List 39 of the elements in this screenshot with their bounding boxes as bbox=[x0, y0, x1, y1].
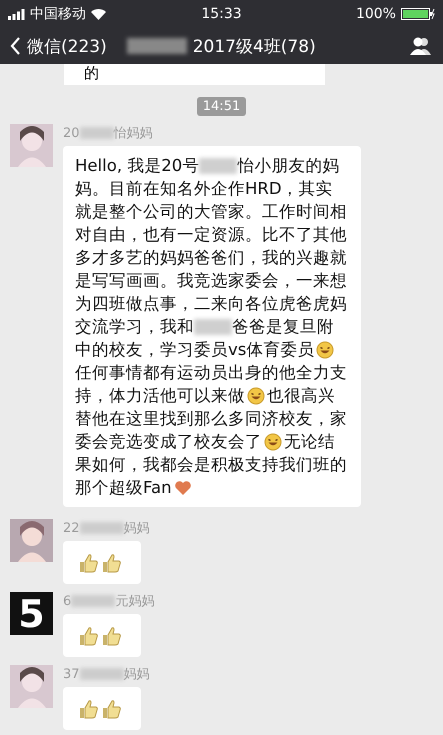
thumbs-up-icon bbox=[79, 699, 99, 720]
blurred-text bbox=[80, 668, 124, 680]
smiley-icon bbox=[316, 341, 334, 360]
avatar[interactable]: 5 bbox=[10, 592, 53, 635]
sender-name: 20 bbox=[63, 126, 80, 140]
battery-icon bbox=[400, 8, 435, 20]
time-label: 14:51 bbox=[196, 97, 246, 116]
message-text: 的 bbox=[84, 64, 99, 82]
blurred-text bbox=[80, 127, 114, 139]
thumbs-up-icon bbox=[102, 699, 122, 720]
heart-icon bbox=[174, 480, 192, 496]
battery-percent: 100% bbox=[356, 6, 396, 22]
smiley-icon bbox=[247, 387, 265, 406]
message-bubble: Hello, 我是20号 怡小朋友的妈妈。目前在知名外企作HRD，其实就是整个公司的大管家。工作时间相对自由，也有一定资源。比不了其他多才多艺的妈妈爸爸们，我的兴趣就是写写画画。我竞选家委会，一来想为四班做点事，二来向各位虎爸虎妈交流学习，我和 爸爸是复旦附中的校友，学习委员vs体育委员 任何事情都有运动员出身的他全力支持，体力活他可以来做 也很高兴替他在这里找到那么多同济校友，家委会竞选变成了校友会了 无论结果如何，我都会是积极支持我们班的那个超级Fan bbox=[63, 146, 361, 507]
blurred-text bbox=[80, 522, 124, 534]
group-members-icon[interactable] bbox=[409, 37, 433, 55]
blurred-text bbox=[194, 319, 232, 336]
carrier-name: 中国移动 bbox=[30, 5, 86, 23]
thumbs-up-icon bbox=[79, 553, 99, 574]
thumbs-up-icon bbox=[102, 626, 122, 646]
sender-name: 6 bbox=[63, 594, 72, 608]
chat-title: 2017级4班(78) bbox=[192, 36, 316, 58]
thumbs-up-icon bbox=[79, 626, 99, 646]
sender-name: 怡妈妈 bbox=[114, 125, 153, 142]
blurred-text bbox=[199, 158, 238, 174]
sender-name: 22 bbox=[63, 520, 80, 536]
sender-name: 妈妈 bbox=[124, 666, 150, 683]
thumbs-up-icon bbox=[102, 553, 122, 574]
blurred-text bbox=[71, 595, 116, 607]
sender-name: 妈妈 bbox=[124, 520, 150, 537]
wifi-icon bbox=[91, 8, 106, 20]
signal-icon bbox=[8, 8, 25, 20]
blurred-text bbox=[126, 38, 187, 54]
sender-name: 元妈妈 bbox=[115, 593, 154, 610]
back-icon[interactable] bbox=[10, 37, 21, 55]
clock-time: 15:33 bbox=[201, 6, 242, 22]
smiley-icon bbox=[264, 433, 282, 452]
back-link[interactable]: 微信(223) bbox=[27, 34, 107, 58]
sender-name: 37 bbox=[63, 666, 80, 682]
